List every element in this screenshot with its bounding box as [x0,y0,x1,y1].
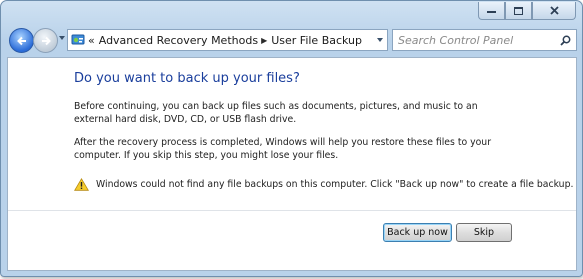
search-input[interactable]: Search Control Panel [393,34,557,47]
recent-pages-dropdown[interactable] [59,36,65,40]
restore-info-text: After the recovery process is completed,… [74,137,492,161]
address-dropdown-icon[interactable] [377,38,383,42]
warning-message: Windows could not find any file backups … [74,178,573,191]
breadcrumb-separator-icon[interactable]: ▶ [261,36,267,45]
minimize-icon [487,10,496,13]
control-panel-icon [71,33,85,47]
back-button[interactable] [9,28,34,53]
forward-arrow-icon [41,36,51,45]
warning-icon [74,178,89,191]
forward-button[interactable] [33,28,58,53]
breadcrumb-advanced-recovery-methods[interactable]: Advanced Recovery Methods [99,34,258,47]
navigation-bar: « Advanced Recovery Methods ▶ User File … [7,25,577,55]
window-controls [478,2,576,20]
back-arrow-icon [16,36,26,45]
window: « Advanced Recovery Methods ▶ User File … [0,0,583,277]
close-button[interactable] [532,2,576,20]
back-up-now-button[interactable]: Back up now [383,223,452,242]
skip-button[interactable]: Skip [456,223,512,242]
maximize-button[interactable] [505,2,532,20]
search-box[interactable]: Search Control Panel [392,29,577,51]
maximize-icon [514,6,523,15]
warning-text: Windows could not find any file backups … [96,179,574,190]
breadcrumb-user-file-backup[interactable]: User File Backup [271,34,362,47]
close-icon [549,6,559,15]
page-title: Do you want to back up your files? [74,71,300,86]
title-bar [1,1,582,25]
content-pane: Do you want to back up your files? Befor… [7,57,577,271]
minimize-button[interactable] [478,2,505,20]
search-icon[interactable] [557,32,573,48]
intro-text: Before continuing, you can back up files… [74,101,478,125]
breadcrumb-prefix[interactable]: « [88,34,95,47]
divider [8,210,576,211]
address-bar[interactable]: « Advanced Recovery Methods ▶ User File … [67,29,388,51]
